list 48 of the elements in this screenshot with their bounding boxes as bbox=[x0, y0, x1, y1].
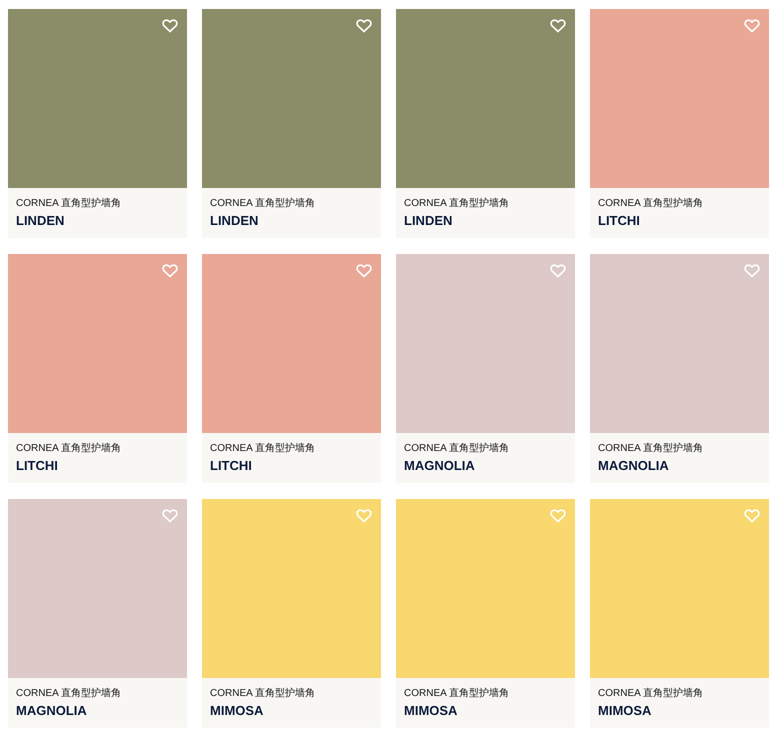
product-name: MAGNOLIA bbox=[404, 458, 476, 474]
color-swatch[interactable] bbox=[8, 254, 187, 433]
color-swatch[interactable] bbox=[8, 499, 187, 678]
product-name: LITCHI bbox=[598, 213, 641, 229]
product-subtitle: CORNEA 直角型护墙角 bbox=[16, 442, 122, 455]
heart-icon[interactable] bbox=[356, 264, 372, 278]
heart-icon[interactable] bbox=[550, 509, 566, 523]
heart-icon[interactable] bbox=[356, 509, 372, 523]
color-swatch[interactable] bbox=[8, 9, 187, 188]
product-subtitle: CORNEA 直角型护墙角 bbox=[598, 442, 704, 455]
product-name: LINDEN bbox=[16, 213, 66, 229]
color-swatch[interactable] bbox=[396, 9, 575, 188]
product-name: LINDEN bbox=[210, 213, 260, 229]
heart-icon[interactable] bbox=[550, 19, 566, 33]
heart-icon[interactable] bbox=[744, 264, 760, 278]
product-subtitle: CORNEA 直角型护墙角 bbox=[598, 687, 704, 700]
product-subtitle: CORNEA 直角型护墙角 bbox=[404, 442, 510, 455]
color-swatch[interactable] bbox=[202, 9, 381, 188]
heart-icon[interactable] bbox=[162, 264, 178, 278]
product-name: LINDEN bbox=[404, 213, 454, 229]
heart-icon[interactable] bbox=[744, 19, 760, 33]
product-subtitle: CORNEA 直角型护墙角 bbox=[16, 687, 122, 700]
color-swatch[interactable] bbox=[590, 499, 769, 678]
color-swatch[interactable] bbox=[590, 9, 769, 188]
color-swatch[interactable] bbox=[202, 254, 381, 433]
product-name: MIMOSA bbox=[404, 703, 458, 719]
heart-icon[interactable] bbox=[162, 19, 178, 33]
heart-icon[interactable] bbox=[356, 19, 372, 33]
product-name: LITCHI bbox=[16, 458, 59, 474]
product-subtitle: CORNEA 直角型护墙角 bbox=[404, 687, 510, 700]
color-swatch[interactable] bbox=[396, 254, 575, 433]
product-subtitle: CORNEA 直角型护墙角 bbox=[210, 442, 316, 455]
product-name: LITCHI bbox=[210, 458, 253, 474]
heart-icon[interactable] bbox=[744, 509, 760, 523]
product-name: MAGNOLIA bbox=[598, 458, 670, 474]
color-swatch[interactable] bbox=[202, 499, 381, 678]
product-name: MAGNOLIA bbox=[16, 703, 88, 719]
product-subtitle: CORNEA 直角型护墙角 bbox=[404, 197, 510, 210]
color-swatch[interactable] bbox=[590, 254, 769, 433]
product-subtitle: CORNEA 直角型护墙角 bbox=[210, 687, 316, 700]
heart-icon[interactable] bbox=[550, 264, 566, 278]
product-name: MIMOSA bbox=[210, 703, 264, 719]
product-subtitle: CORNEA 直角型护墙角 bbox=[16, 197, 122, 210]
product-subtitle: CORNEA 直角型护墙角 bbox=[210, 197, 316, 210]
product-subtitle: CORNEA 直角型护墙角 bbox=[598, 197, 704, 210]
heart-icon[interactable] bbox=[162, 509, 178, 523]
color-swatch[interactable] bbox=[396, 499, 575, 678]
product-name: MIMOSA bbox=[598, 703, 652, 719]
